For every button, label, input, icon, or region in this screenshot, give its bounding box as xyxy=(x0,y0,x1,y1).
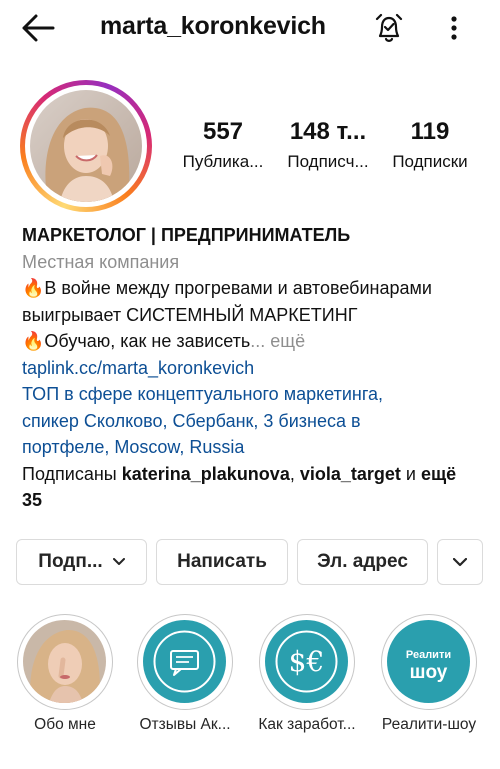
profile-bio: МАРКЕТОЛОГ | ПРЕДПРИНИМАТЕЛЬ Местная ком… xyxy=(22,222,482,514)
highlight-label: Как заработ... xyxy=(258,716,356,733)
more-options-icon[interactable] xyxy=(442,12,466,44)
suggested-accounts-button[interactable] xyxy=(437,539,483,585)
bio-more-link[interactable]: ... ещё xyxy=(250,331,305,351)
highlight-ring: Реалити шоу xyxy=(381,614,477,710)
message-button[interactable]: Написать xyxy=(156,539,288,585)
svg-text:$€: $€ xyxy=(289,645,325,678)
followers-label: Подписч... xyxy=(287,152,369,171)
message-button-label: Написать xyxy=(177,551,267,572)
story-highlight[interactable]: Реалити шоу Реалити-шоу xyxy=(380,614,478,734)
avatar-photo xyxy=(30,90,142,202)
posts-count: 557 xyxy=(202,118,244,145)
posts-label: Публика... xyxy=(182,152,264,171)
chevron-down-icon xyxy=(453,557,467,566)
avatar-ring-gap xyxy=(25,85,147,207)
followed-by-more[interactable]: ещё xyxy=(421,464,456,484)
profile-avatar[interactable] xyxy=(20,80,152,212)
address-line[interactable]: ТОП в сфере концептуального маркетинга, xyxy=(22,381,482,408)
back-arrow-icon[interactable] xyxy=(20,12,56,44)
email-button-label: Эл. адрес xyxy=(317,551,408,572)
followed-by-separator: , xyxy=(289,463,300,484)
profile-category: Местная компания xyxy=(22,251,180,272)
highlight-label: Отзывы Ак... xyxy=(139,716,231,733)
bio-line: выигрывает СИСТЕМНЫЙ МАРКЕТИНГ xyxy=(22,304,358,325)
highlight-cover: $€ xyxy=(265,620,348,703)
notification-bell-icon[interactable] xyxy=(372,10,406,46)
following-label: Подписки xyxy=(392,152,468,171)
profile-website-link[interactable]: taplink.cc/marta_koronkevich xyxy=(22,355,482,382)
chevron-down-icon xyxy=(112,558,125,565)
highlight-cover-text: Реалити xyxy=(406,649,451,661)
profile-username: marta_koronkevich xyxy=(100,12,326,40)
highlight-cover xyxy=(143,620,226,703)
highlight-ring xyxy=(17,614,113,710)
bio-line: 🔥В войне между прогревами и автовебинара… xyxy=(22,278,432,298)
address-line[interactable]: портфеле, Moscow, Russia xyxy=(22,434,482,461)
followers-count: 148 т... xyxy=(289,118,367,145)
address-line[interactable]: спикер Сколково, Сбербанк, 3 бизнеса в xyxy=(22,408,482,435)
story-highlight[interactable]: Обо мне xyxy=(16,614,114,734)
follow-button-label: Подп... xyxy=(38,551,103,572)
followed-by-prefix: Подписаны xyxy=(22,463,122,484)
highlight-ring xyxy=(137,614,233,710)
bio-line: 🔥Обучаю, как не зависеть xyxy=(22,331,251,351)
highlight-label: Реалити-шоу xyxy=(381,716,477,733)
email-button[interactable]: Эл. адрес xyxy=(297,539,428,585)
profile-name: МАРКЕТОЛОГ | ПРЕДПРИНИМАТЕЛЬ xyxy=(22,225,351,245)
following-count: 119 xyxy=(410,118,450,145)
highlight-cover: Реалити шоу xyxy=(387,620,470,703)
following-stat[interactable]: 119 Подписки xyxy=(384,118,476,174)
story-highlight[interactable]: $€ Как заработ... xyxy=(258,614,356,734)
followed-by-and: и xyxy=(400,463,421,484)
story-highlight[interactable]: Отзывы Ак... xyxy=(136,614,234,734)
posts-stat[interactable]: 557 Публика... xyxy=(178,118,268,174)
follow-button[interactable]: Подп... xyxy=(16,539,147,585)
highlight-label: Обо мне xyxy=(34,716,96,733)
bio-line-truncated: 🔥Обучаю, как не зависеть... ещё xyxy=(22,328,482,355)
highlight-cover xyxy=(23,620,106,703)
followed-by-user[interactable]: viola_target xyxy=(300,464,401,484)
followers-stat[interactable]: 148 т... Подписч... xyxy=(280,118,376,174)
followed-by-text[interactable]: Подписаны katerina_plakunova, viola_targ… xyxy=(22,461,482,488)
highlight-ring: $€ xyxy=(259,614,355,710)
followed-by-user[interactable]: katerina_plakunova xyxy=(122,464,290,484)
followed-by-more-count[interactable]: 35 xyxy=(22,487,482,514)
highlight-cover-text: шоу xyxy=(410,662,448,683)
top-bar: marta_koronkevich xyxy=(0,0,500,56)
